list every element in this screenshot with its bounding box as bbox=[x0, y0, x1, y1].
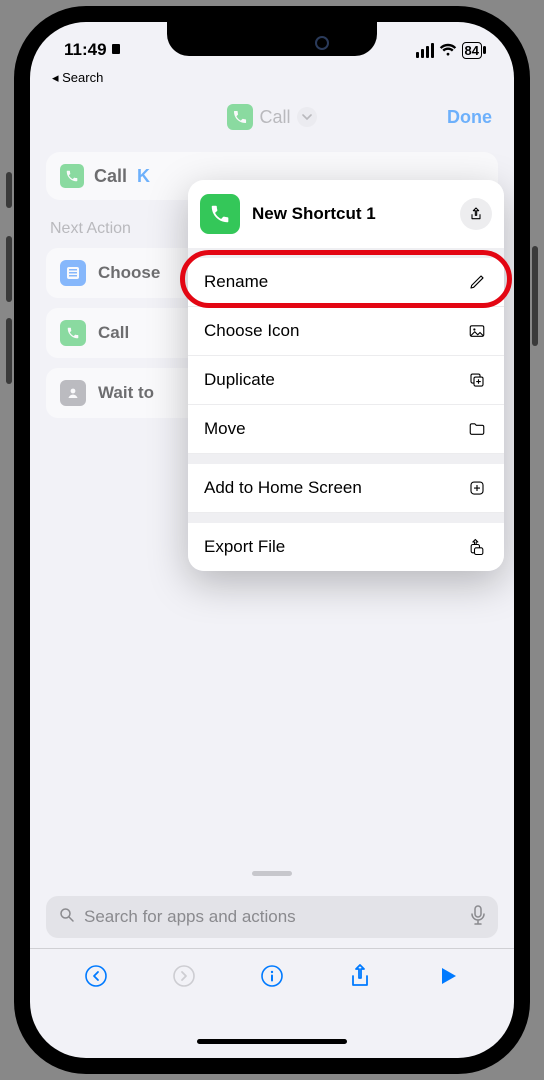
bottom-toolbar bbox=[30, 948, 514, 1002]
menu-item-label: Move bbox=[204, 419, 246, 439]
phone-frame: 11:49 84 ◂ Search bbox=[14, 6, 530, 1074]
phone-app-icon bbox=[227, 104, 253, 130]
phone-app-icon bbox=[60, 320, 86, 346]
power-button bbox=[532, 246, 538, 346]
undo-button[interactable] bbox=[82, 962, 110, 990]
screen: 11:49 84 ◂ Search bbox=[30, 22, 514, 1058]
location-indicator-icon bbox=[110, 40, 122, 60]
info-button[interactable] bbox=[258, 962, 286, 990]
menu-item-label: Add to Home Screen bbox=[204, 478, 362, 498]
wifi-icon bbox=[439, 43, 457, 57]
volume-down-button bbox=[6, 318, 12, 384]
dictation-icon[interactable] bbox=[470, 905, 486, 930]
share-button[interactable] bbox=[460, 198, 492, 230]
menu-export-file[interactable]: Export File bbox=[188, 523, 504, 571]
duplicate-icon bbox=[466, 371, 488, 389]
list-item-label: Call bbox=[98, 323, 129, 343]
menu-move[interactable]: Move bbox=[188, 405, 504, 454]
search-wrap: Search for apps and actions bbox=[46, 896, 498, 938]
done-button[interactable]: Done bbox=[447, 107, 492, 128]
nav-header: Call Done bbox=[30, 94, 514, 140]
person-icon bbox=[60, 380, 86, 406]
plus-app-icon bbox=[466, 479, 488, 497]
shortcut-title-button[interactable]: Call bbox=[227, 104, 316, 130]
search-placeholder: Search for apps and actions bbox=[84, 907, 462, 927]
share-button[interactable] bbox=[346, 962, 374, 990]
search-input[interactable]: Search for apps and actions bbox=[46, 896, 498, 938]
drag-handle[interactable] bbox=[252, 871, 292, 876]
list-item-label: Choose bbox=[98, 263, 160, 283]
run-button[interactable] bbox=[434, 962, 462, 990]
menu-item-label: Duplicate bbox=[204, 370, 275, 390]
menu-item-label: Rename bbox=[204, 272, 268, 292]
menu-rename[interactable]: Rename bbox=[188, 258, 504, 307]
cellular-signal-icon bbox=[416, 43, 434, 58]
popup-header: New Shortcut 1 bbox=[188, 180, 504, 248]
volume-up-button bbox=[6, 236, 12, 302]
mute-switch bbox=[6, 172, 12, 208]
redo-button[interactable] bbox=[170, 962, 198, 990]
search-icon bbox=[58, 906, 76, 929]
back-to-search[interactable]: ◂ Search bbox=[30, 68, 514, 94]
list-item-label: Wait to bbox=[98, 383, 154, 403]
shortcut-options-menu: New Shortcut 1 Rename Choose Icon Duplic bbox=[188, 180, 504, 571]
home-indicator[interactable] bbox=[197, 1039, 347, 1044]
contact-token[interactable]: K bbox=[137, 166, 150, 187]
clock: 11:49 bbox=[64, 40, 107, 60]
battery-indicator: 84 bbox=[462, 42, 486, 59]
menu-add-home[interactable]: Add to Home Screen bbox=[188, 464, 504, 513]
menu-duplicate[interactable]: Duplicate bbox=[188, 356, 504, 405]
menu-list-icon bbox=[60, 260, 86, 286]
menu-choose-icon[interactable]: Choose Icon bbox=[188, 307, 504, 356]
menu-item-label: Choose Icon bbox=[204, 321, 299, 341]
export-icon bbox=[466, 537, 488, 557]
pencil-icon bbox=[466, 273, 488, 291]
phone-app-icon bbox=[200, 194, 240, 234]
shortcut-name: New Shortcut 1 bbox=[252, 204, 448, 224]
action-card-label: Call bbox=[94, 166, 127, 187]
picture-icon bbox=[466, 322, 488, 340]
folder-icon bbox=[466, 420, 488, 438]
phone-app-icon bbox=[60, 164, 84, 188]
notch bbox=[167, 22, 377, 56]
chevron-down-icon bbox=[297, 107, 317, 127]
menu-item-label: Export File bbox=[204, 537, 285, 557]
